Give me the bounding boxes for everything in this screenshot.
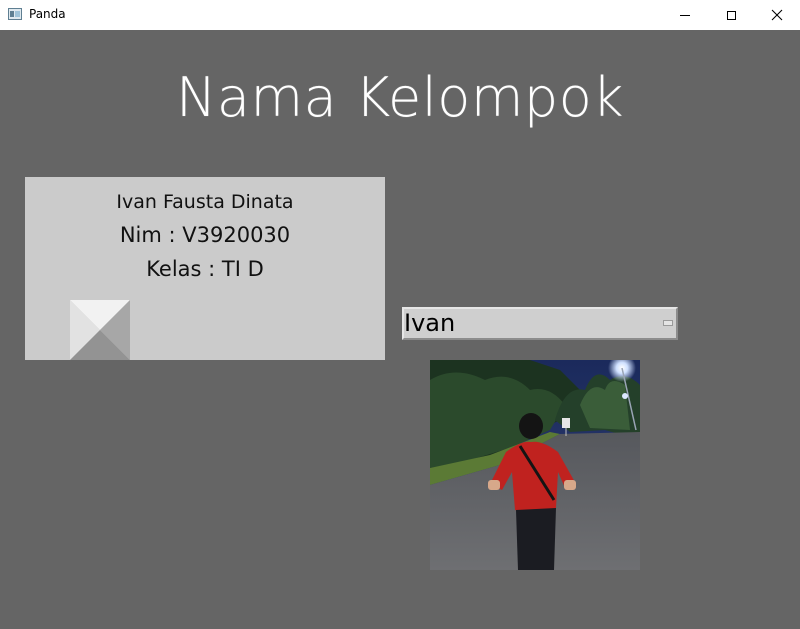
close-icon — [771, 9, 783, 21]
app-window-icon — [8, 8, 22, 20]
dropdown-selected-value: Ivan — [404, 309, 456, 337]
member-photo — [430, 360, 640, 570]
window-titlebar[interactable]: Panda — [0, 0, 800, 30]
card-image-button[interactable] — [70, 300, 130, 360]
dropdown-arrow-icon — [663, 320, 673, 326]
minimize-icon — [680, 14, 690, 16]
close-button[interactable] — [754, 0, 800, 30]
member-info-card: Ivan Fausta Dinata Nim : V3920030 Kelas … — [25, 177, 385, 360]
page-title: Nama Kelompok — [175, 66, 625, 129]
member-nim: Nim : V3920030 — [119, 223, 291, 247]
member-select-dropdown[interactable]: Ivan — [402, 307, 678, 340]
minimize-button[interactable] — [662, 0, 708, 30]
app-canvas: Nama Kelompok Ivan Fausta Dinata Nim : V… — [0, 30, 800, 629]
member-name: Ivan Fausta Dinata — [116, 191, 294, 213]
member-kelas: Kelas : TI D — [146, 257, 264, 281]
placeholder-image-icon — [70, 300, 130, 360]
maximize-button[interactable] — [708, 0, 754, 30]
window-title: Panda — [29, 7, 66, 21]
maximize-icon — [726, 10, 736, 20]
